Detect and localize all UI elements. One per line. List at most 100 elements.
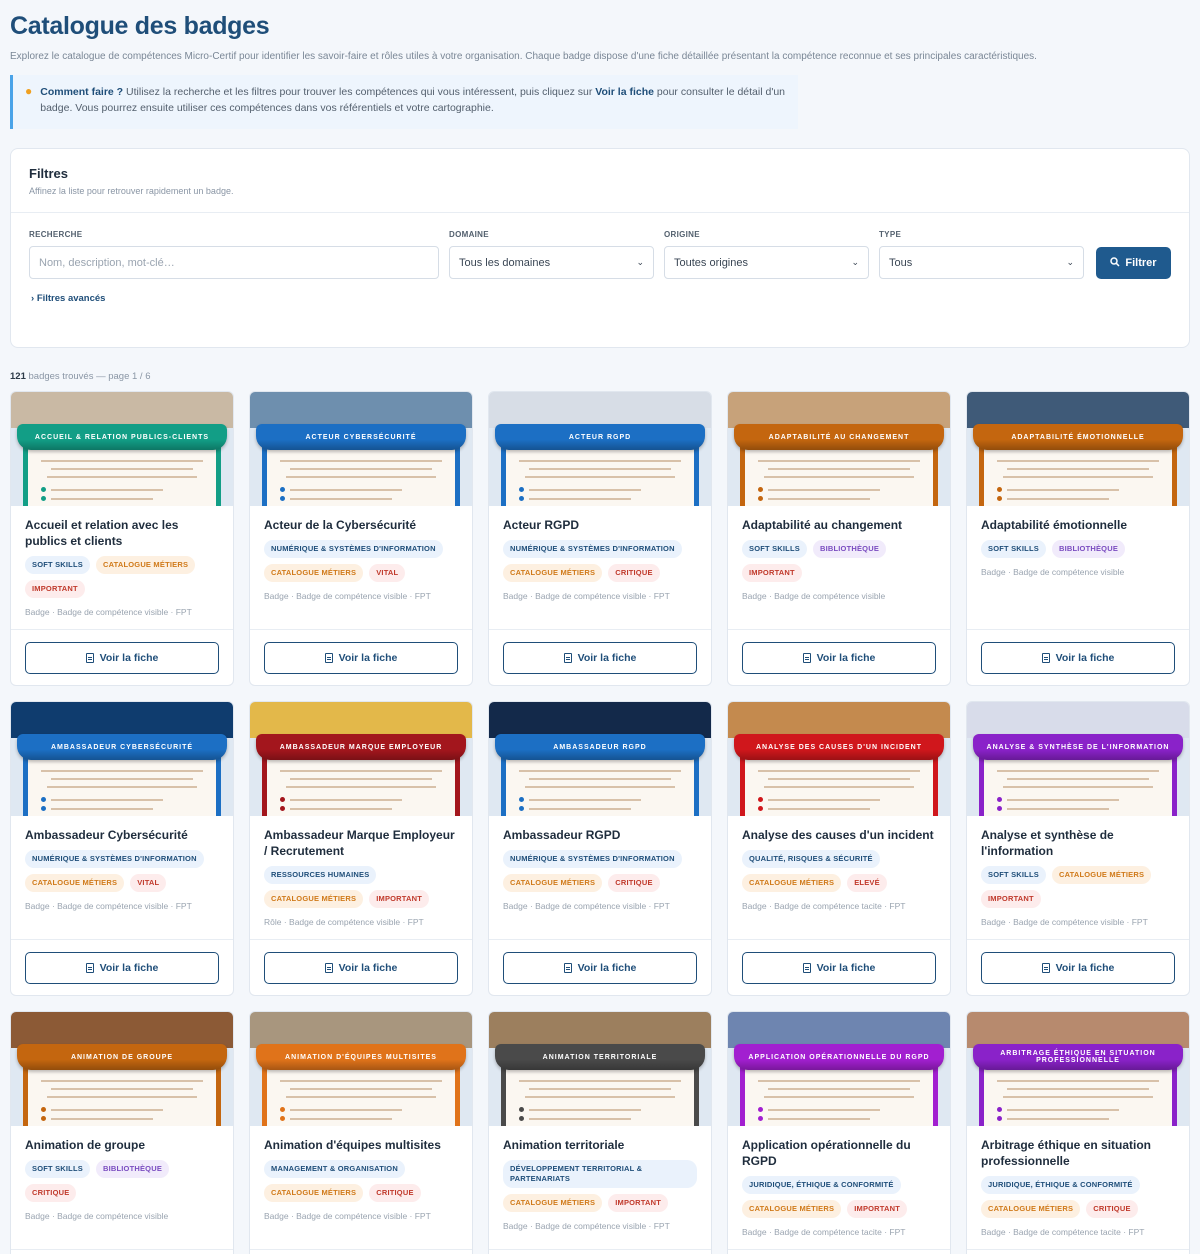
badge-footer: Voir la fiche [11, 939, 233, 995]
badge-banner: ANALYSE DES CAUSES D'UN INCIDENT [734, 734, 944, 760]
badge-tag: Catalogue métiers [1051, 866, 1152, 884]
badge-thumbnail: ANIMATION D'ÉQUIPES MULTISITES [250, 1012, 472, 1126]
badge-bullet [280, 806, 285, 811]
badge-card: APPLICATION OPÉRATIONNELLE DU RGPD Appli… [727, 1011, 951, 1254]
badge-tags: Soft skills Catalogue métiers Important [981, 866, 1175, 908]
badge-banner: ADAPTABILITÉ ÉMOTIONNELLE [973, 424, 1183, 450]
badge-line [41, 1080, 203, 1082]
badge-card: AMBASSADEUR RGPD Ambassadeur RGPD Numéri… [488, 701, 712, 996]
badge-name: Accueil et relation avec les publics et … [25, 518, 179, 548]
view-badge-button[interactable]: Voir la fiche [742, 641, 936, 674]
badge-line [519, 1080, 681, 1082]
badge-footer: Voir la fiche [728, 1249, 950, 1254]
badge-bullet [519, 806, 524, 811]
origin-select[interactable]: Toutes origines ⌄ [664, 246, 869, 279]
badge-line [768, 778, 910, 780]
origin-group: ORIGINE Toutes origines ⌄ [664, 230, 869, 279]
badge-tag: Critique [369, 1184, 421, 1202]
badge-meta: Badge · Badge de compétence visible · FP… [981, 917, 1148, 927]
badge-line [997, 1080, 1159, 1082]
badge-line [51, 1088, 193, 1090]
badge-banner: AMBASSADEUR CYBERSÉCURITÉ [17, 734, 227, 760]
badge-body: Animation territoriale Développement ter… [489, 1126, 711, 1231]
view-badge-button[interactable]: Voir la fiche [981, 641, 1175, 674]
advanced-filters-toggle[interactable]: › Filtres avancés [11, 279, 1189, 304]
badge-tags: Juridique, éthique & conformité Catalogue… [742, 1176, 936, 1218]
badge-bullet [997, 1116, 1002, 1121]
badge-card: ACTEUR CYBERSÉCURITÉ Acteur de la Cybers… [249, 391, 473, 686]
type-select[interactable]: Tous ⌄ [879, 246, 1084, 279]
badge-tag: Catalogue métiers [95, 556, 196, 574]
view-badge-button[interactable]: Voir la fiche [503, 641, 697, 674]
badge-tag: Important [608, 1194, 669, 1212]
badge-bullet [758, 487, 763, 492]
badge-name: Analyse des causes d'un incident [742, 828, 934, 842]
badge-name: Acteur RGPD [503, 518, 580, 532]
badge-footer: Voir la fiche [967, 1249, 1189, 1254]
badge-line [529, 778, 671, 780]
domain-select[interactable]: Tous les domaines ⌄ [449, 246, 654, 279]
badge-line [1003, 476, 1153, 478]
badge-tag: Ressources humaines [264, 866, 377, 884]
badge-body: Acteur de la Cybersécurité Numérique & s… [250, 506, 472, 601]
badge-line [290, 1109, 402, 1111]
view-badge-label: Voir la fiche [816, 651, 876, 664]
view-badge-button[interactable]: Voir la fiche [981, 951, 1175, 984]
badge-name: Animation de groupe [25, 1138, 145, 1152]
badge-photo [728, 1012, 950, 1048]
badge-card: ANIMATION DE GROUPE Animation de groupe … [10, 1011, 234, 1254]
origin-label: ORIGINE [664, 230, 700, 239]
view-badge-button[interactable]: Voir la fiche [25, 951, 219, 984]
badge-bullet [280, 1107, 285, 1112]
badge-thumbnail: AMBASSADEUR MARQUE EMPLOYEUR [250, 702, 472, 816]
view-badge-button[interactable]: Voir la fiche [264, 641, 458, 674]
badge-footer: Voir la fiche [728, 629, 950, 685]
origin-select-value: Toutes origines [674, 256, 748, 269]
results-count: 121 badges trouvés — page 1 / 6 [10, 371, 1190, 382]
badge-photo [11, 1012, 233, 1048]
badge-tag: Numérique & systèmes d'information [264, 540, 443, 558]
view-badge-button[interactable]: Voir la fiche [742, 951, 936, 984]
badge-tags: Soft skills Catalogue métiers Important [25, 556, 219, 598]
filters-title: Filtres [29, 166, 69, 181]
search-input[interactable]: Nom, description, mot-clé… [29, 246, 439, 279]
badge-meta: Badge · Badge de compétence tacite · FPT [742, 901, 906, 911]
badge-meta: Badge · Badge de compétence visible [742, 591, 886, 601]
howto-lead: Comment faire ? [40, 86, 124, 98]
badge-name: Application opérationnelle du RGPD [742, 1138, 911, 1168]
view-badge-button[interactable]: Voir la fiche [25, 641, 219, 674]
results-count-text: badges trouvés — page 1 / 6 [25, 371, 151, 382]
badge-line [1003, 1096, 1153, 1098]
badge-tag: Juridique, éthique & conformité [742, 1176, 901, 1194]
filter-button[interactable]: Filtrer [1096, 247, 1171, 279]
badge-line [1007, 498, 1109, 500]
badge-line [290, 799, 402, 801]
badge-footer: Voir la fiche [967, 939, 1189, 995]
view-badge-button[interactable]: Voir la fiche [503, 951, 697, 984]
badge-name: Adaptabilité au changement [742, 518, 903, 532]
badge-banner: AMBASSADEUR MARQUE EMPLOYEUR [256, 734, 466, 760]
view-badge-button[interactable]: Voir la fiche [264, 951, 458, 984]
badge-tag: Catalogue métiers [503, 564, 603, 582]
badge-line [290, 1118, 392, 1120]
view-badge-label: Voir la fiche [816, 961, 876, 974]
view-badge-label: Voir la fiche [99, 961, 159, 974]
badge-line [47, 786, 197, 788]
badge-meta: Badge · Badge de compétence visible · FP… [264, 591, 431, 601]
badge-tag: Catalogue métiers [264, 1184, 364, 1202]
badge-banner: ACTEUR CYBERSÉCURITÉ [256, 424, 466, 450]
badge-grid: ACCUEIL & RELATION PUBLICS-CLIENTS Accue… [10, 391, 1190, 1254]
chevron-right-icon: › [31, 293, 35, 304]
badge-thumbnail: ADAPTABILITÉ ÉMOTIONNELLE [967, 392, 1189, 506]
type-select-value: Tous [889, 256, 913, 269]
badge-tags: Développement territorial & partenariats… [503, 1160, 697, 1212]
badge-name: Adaptabilité émotionnelle [981, 518, 1128, 532]
badge-bullet [997, 806, 1002, 811]
badge-line [47, 1096, 197, 1098]
badge-line [764, 786, 914, 788]
badge-card: ANALYSE & SYNTHÈSE DE L'INFORMATION Anal… [966, 701, 1190, 996]
badge-photo [489, 392, 711, 428]
document-icon [324, 962, 333, 973]
badge-line [768, 1109, 880, 1111]
badge-thumbnail: APPLICATION OPÉRATIONNELLE DU RGPD [728, 1012, 950, 1126]
